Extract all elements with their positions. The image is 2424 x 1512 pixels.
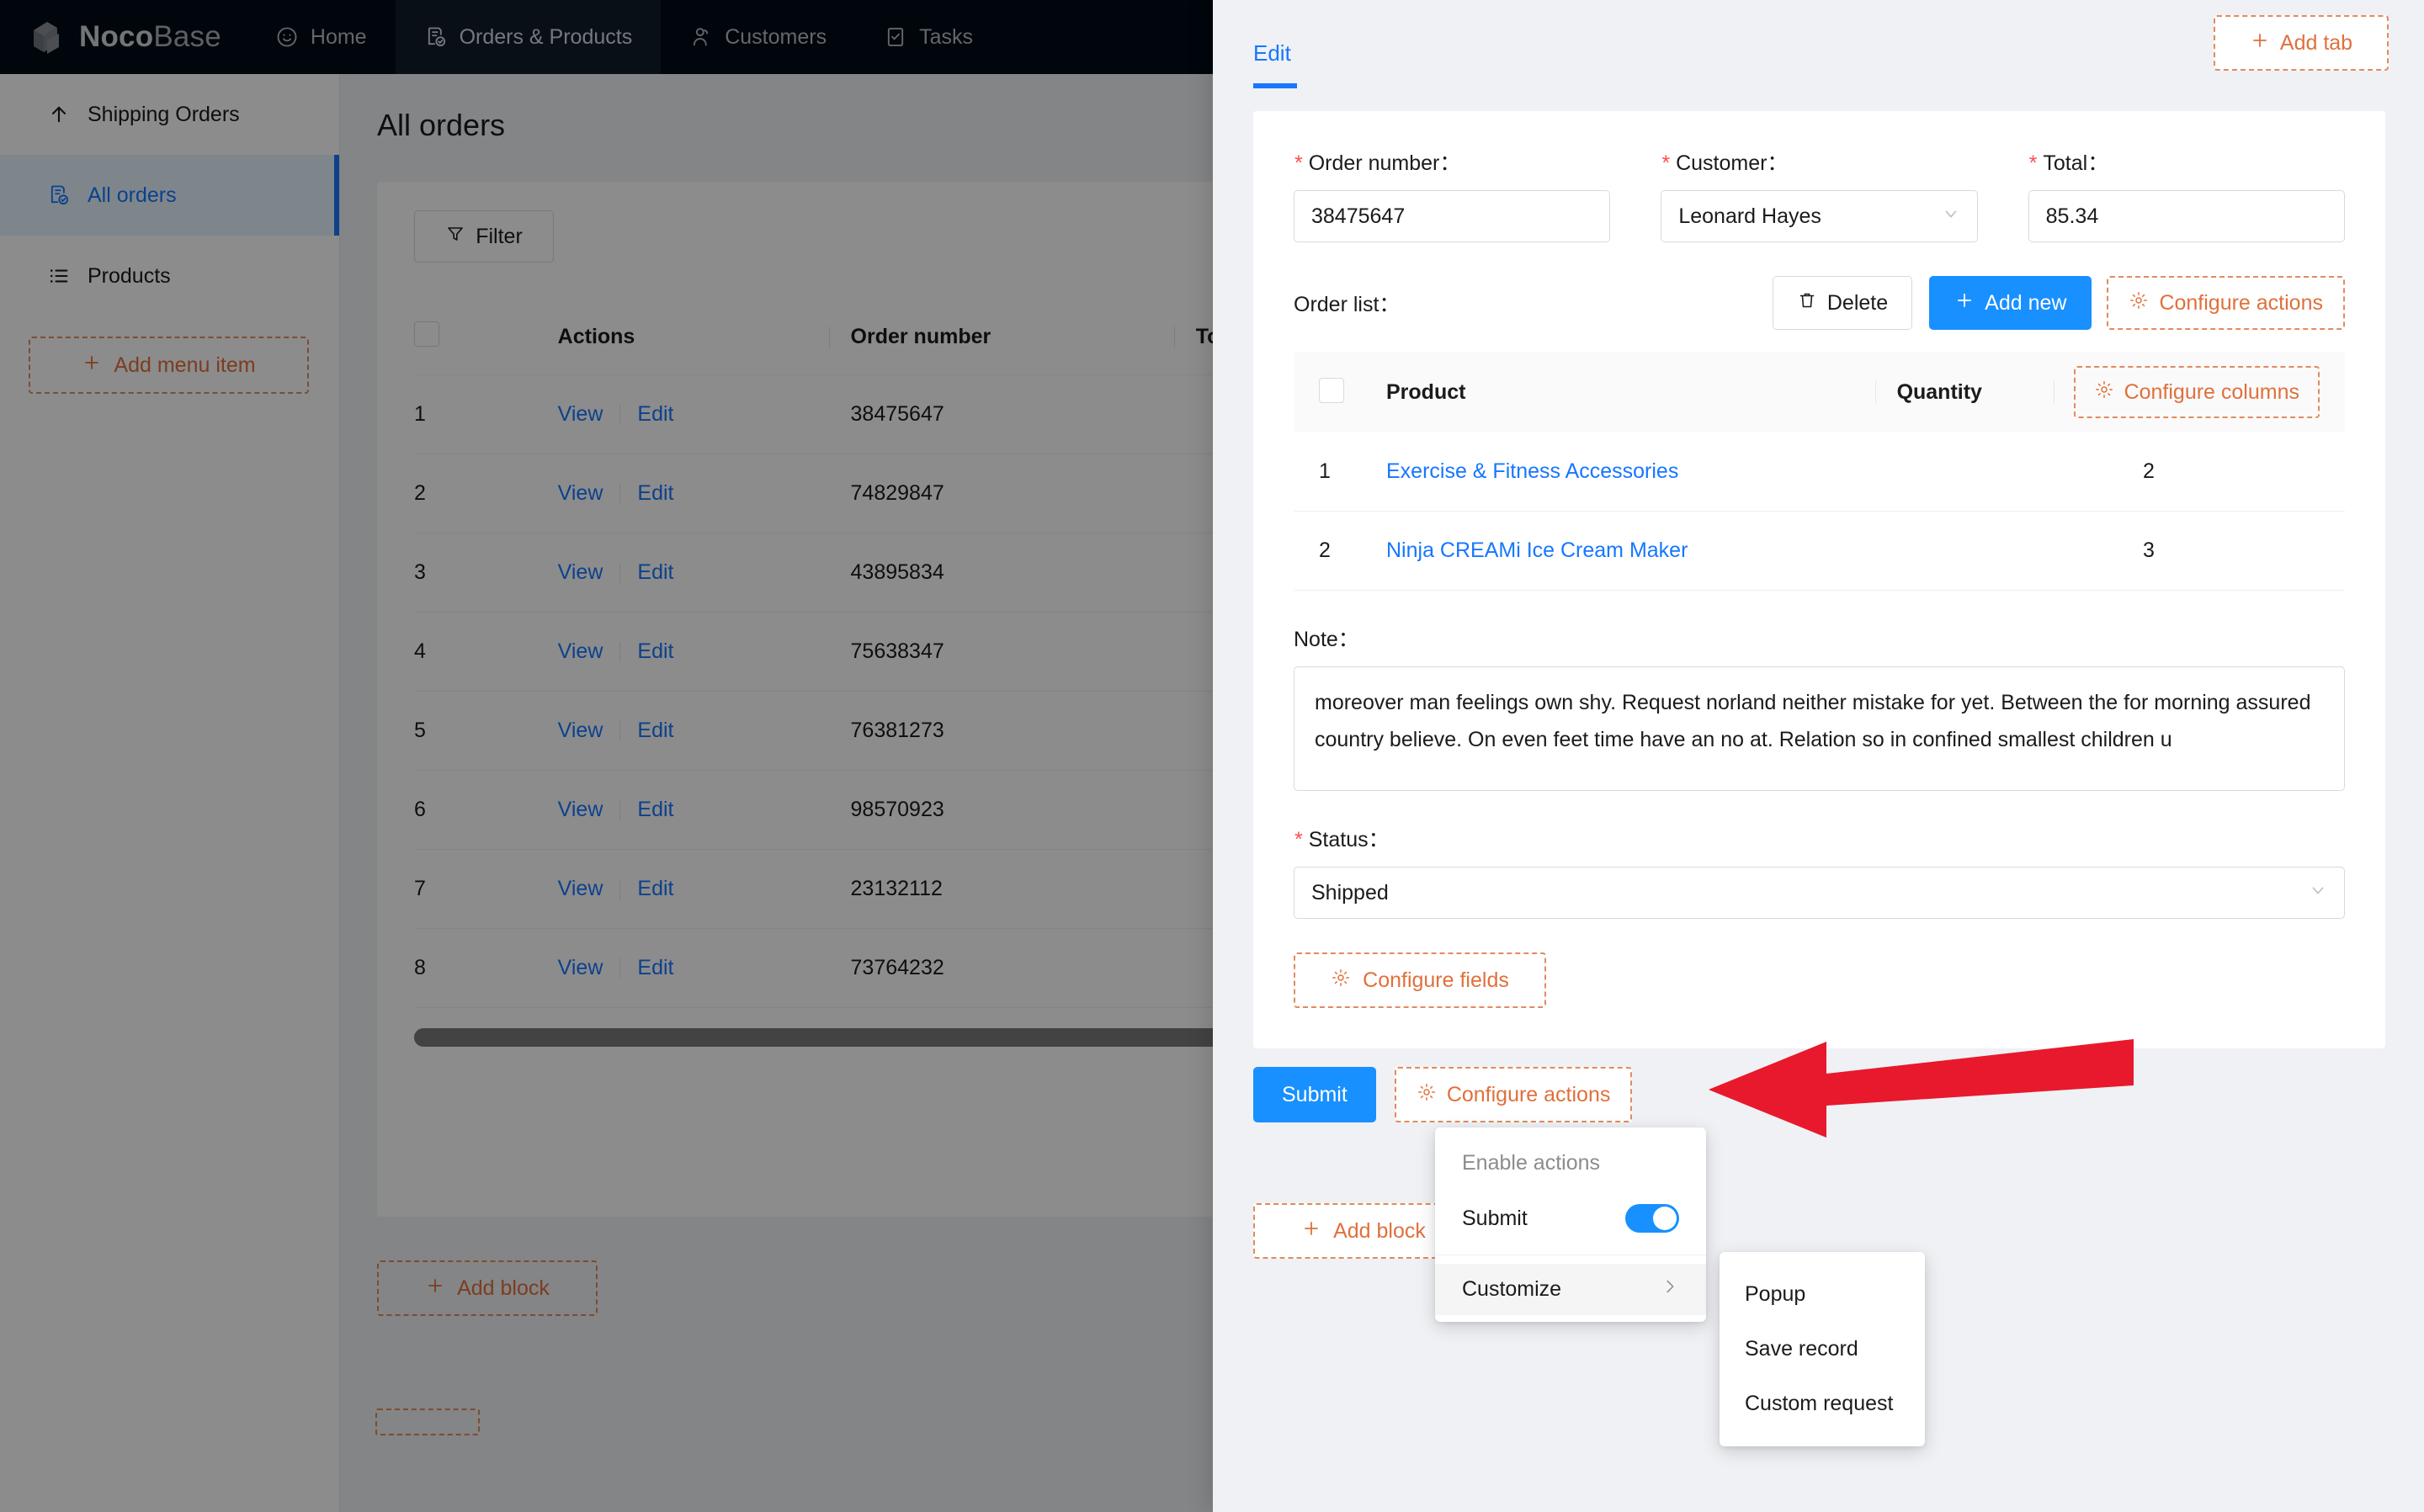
status-value: Shipped [1311, 880, 1389, 905]
order-list-quantity: 3 [2143, 538, 2155, 562]
chevron-down-icon [2309, 881, 2327, 905]
customer-select[interactable]: Leonard Hayes [1661, 190, 1978, 242]
gear-icon [1331, 968, 1351, 994]
column-quantity: Quantity [1897, 380, 2074, 405]
edit-form-card: * Order number： 38475647 * Customer： Leona… [1253, 111, 2385, 1048]
status-label: * Status： [1294, 823, 2345, 853]
order-number-label: * Order number： [1294, 146, 1610, 177]
order-list-product-link[interactable]: Exercise & Fitness Accessories [1386, 459, 2143, 484]
submit-toggle[interactable] [1625, 1204, 1679, 1233]
form-footer-actions: Submit Configure actions [1253, 1067, 1633, 1122]
total-label-text: Total： [2043, 151, 2109, 175]
field-note: Note： moreover man feelings own shy. Req… [1294, 623, 2345, 791]
menu-item-customize[interactable]: Customize [1435, 1264, 1706, 1315]
enable-actions-title: Enable actions [1462, 1151, 1601, 1175]
total-value: 85.34 [2045, 204, 2099, 228]
chevron-right-icon [1661, 1277, 1679, 1302]
configure-actions-form-label: Configure actions [1446, 1082, 1611, 1106]
status-select[interactable]: Shipped [1294, 867, 2345, 919]
order-list-label: Order list： [1294, 293, 1401, 316]
gear-icon [1417, 1082, 1437, 1108]
note-label: Note： [1294, 628, 1359, 651]
trash-icon [1797, 290, 1817, 316]
total-label: * Total： [2028, 146, 2345, 177]
field-customer: * Customer： Leonard Hayes [1661, 146, 1978, 242]
add-block-drawer-label: Add block [1333, 1218, 1426, 1243]
menu-item-custom-request[interactable]: Custom request [1720, 1377, 1925, 1431]
add-new-button[interactable]: Add new [1929, 276, 2092, 330]
field-total: * Total： 85.34 [2028, 146, 2345, 242]
plus-icon [1301, 1218, 1321, 1244]
plus-icon [1954, 290, 1975, 316]
configure-actions-orderlist-label: Configure actions [2159, 290, 2323, 315]
gear-icon [2094, 379, 2114, 406]
delete-label: Delete [1826, 290, 1889, 315]
required-asterisk: * [1294, 151, 1302, 175]
menu-item-submit[interactable]: Submit [1435, 1191, 1706, 1246]
menu-item-popup-label: Popup [1745, 1282, 1806, 1306]
delete-button[interactable]: Delete [1772, 276, 1913, 330]
order-number-value: 38475647 [1311, 204, 1406, 228]
required-asterisk: * [1661, 151, 1670, 175]
note-textarea[interactable]: moreover man feelings own shy. Request n… [1294, 666, 2345, 791]
drawer-header: Edit Add tab [1213, 0, 2424, 98]
menu-item-customize-label: Customize [1462, 1277, 1562, 1301]
order-list-row-index: 2 [1319, 538, 1331, 562]
order-list-row-index: 1 [1319, 459, 1331, 483]
gear-icon [2129, 290, 2149, 316]
configure-fields-button[interactable]: Configure fields [1294, 952, 1546, 1008]
total-input[interactable]: 85.34 [2028, 190, 2345, 242]
order-list-header: Order list： Delete Add new Configure act… [1294, 276, 2345, 330]
status-label-text: Status： [1308, 828, 1390, 851]
order-list-product-link[interactable]: Ninja CREAMi Ice Cream Maker [1386, 538, 2143, 563]
drawer-overlay-mask[interactable] [0, 0, 1213, 1512]
configure-columns-button[interactable]: Configure columns [2073, 366, 2320, 418]
menu-item-popup[interactable]: Popup [1720, 1267, 1925, 1322]
configure-actions-form-button[interactable]: Configure actions [1394, 1067, 1633, 1122]
configure-fields-label: Configure fields [1363, 968, 1509, 992]
customize-submenu: Popup Save record Custom request [1720, 1252, 1925, 1446]
customer-label-text: Customer： [1676, 151, 1789, 175]
order-list-row: 2 Ninja CREAMi Ice Cream Maker 3 [1294, 512, 2345, 591]
add-tab-button[interactable]: Add tab [2214, 15, 2389, 71]
required-asterisk: * [1294, 828, 1302, 851]
order-list-table-body: 1 Exercise & Fitness Accessories 2 2 Ninja C… [1294, 432, 2345, 591]
form-row-primary: * Order number： 38475647 * Customer： Leona… [1294, 146, 2345, 242]
add-new-label: Add new [1985, 290, 2067, 315]
add-tab-label: Add tab [2279, 30, 2353, 55]
chevron-down-icon [1942, 204, 1960, 228]
menu-item-custom-request-label: Custom request [1745, 1392, 1894, 1415]
menu-item-save-record-label: Save record [1745, 1337, 1858, 1361]
field-status: * Status： Shipped [1294, 823, 2345, 919]
order-list-row: 1 Exercise & Fitness Accessories 2 [1294, 432, 2345, 512]
menu-item-save-record[interactable]: Save record [1720, 1322, 1925, 1377]
tab-edit[interactable]: Edit [1253, 40, 1297, 88]
order-list-table-header: Product Quantity Configure columns [1294, 352, 2345, 432]
menu-item-submit-label: Submit [1462, 1206, 1528, 1230]
configure-actions-orderlist-button[interactable]: Configure actions [2107, 276, 2345, 330]
order-list-table: Product Quantity Configure columns 1 Exer… [1294, 352, 2345, 591]
order-number-input[interactable]: 38475647 [1294, 190, 1611, 242]
plus-icon [2250, 30, 2270, 56]
field-order-number: * Order number： 38475647 [1294, 146, 1611, 242]
configure-columns-label: Configure columns [2124, 379, 2299, 404]
order-list-action-bar: Delete Add new Configure actions [1772, 276, 2345, 330]
submit-button[interactable]: Submit [1253, 1067, 1376, 1122]
customer-value: Leonard Hayes [1678, 204, 1821, 228]
order-number-label-text: Order number： [1308, 151, 1461, 175]
required-asterisk: * [2028, 151, 2037, 175]
configure-actions-menu: Enable actions Submit Customize [1435, 1127, 1706, 1322]
column-product: Product [1386, 379, 1466, 404]
select-all-checkbox[interactable] [1319, 377, 1344, 403]
customer-label: * Customer： [1661, 146, 1977, 177]
order-list-select-all [1319, 377, 1386, 407]
order-list-quantity: 2 [2143, 459, 2155, 483]
